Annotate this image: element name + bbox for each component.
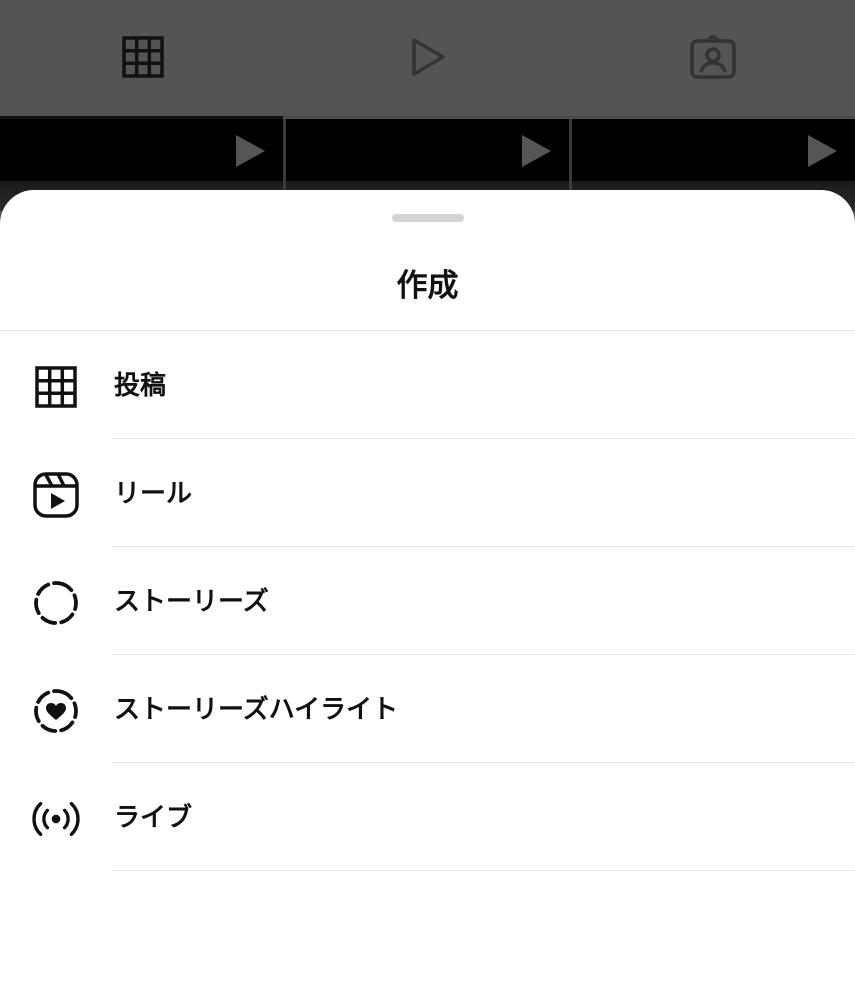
- tab-reels[interactable]: [285, 0, 570, 118]
- item-divider: [112, 870, 855, 871]
- profile-tab-bar: [0, 0, 855, 118]
- play-icon: [233, 133, 267, 173]
- grid-icon: [121, 36, 164, 82]
- create-story-item[interactable]: ストーリーズ: [0, 547, 855, 655]
- play-icon: [519, 133, 553, 173]
- screen: 作成 投稿 リール ストーリーズ ストーリーズハイライト ライブ: [0, 0, 855, 999]
- menu-item-label: ライブ: [114, 803, 193, 833]
- menu-item-label: リール: [114, 479, 193, 509]
- tab-divider: [283, 116, 855, 118]
- create-story-highlight-item[interactable]: ストーリーズハイライト: [0, 655, 855, 763]
- menu-item-label: ストーリーズハイライト: [114, 695, 399, 725]
- sheet-grabber-handle[interactable]: [392, 214, 464, 222]
- live-broadcast-icon: [32, 795, 80, 843]
- menu-item-label: 投稿: [114, 371, 167, 401]
- play-icon: [805, 133, 839, 173]
- create-live-item[interactable]: ライブ: [0, 763, 855, 871]
- highlight-heart-icon: [32, 687, 80, 735]
- story-dashed-circle-icon: [32, 579, 80, 627]
- create-post-item[interactable]: 投稿: [0, 331, 855, 439]
- menu-item-label: ストーリーズ: [114, 587, 269, 617]
- tab-tagged[interactable]: [570, 0, 855, 118]
- create-reel-item[interactable]: リール: [0, 439, 855, 547]
- create-bottom-sheet: 作成 投稿 リール ストーリーズ ストーリーズハイライト ライブ: [0, 190, 855, 999]
- reels-play-icon: [408, 35, 448, 83]
- tagged-person-icon: [689, 34, 736, 83]
- sheet-title: 作成: [396, 268, 459, 304]
- tab-posts-grid[interactable]: [0, 0, 285, 118]
- reels-icon: [32, 471, 80, 519]
- grid-icon: [32, 363, 80, 411]
